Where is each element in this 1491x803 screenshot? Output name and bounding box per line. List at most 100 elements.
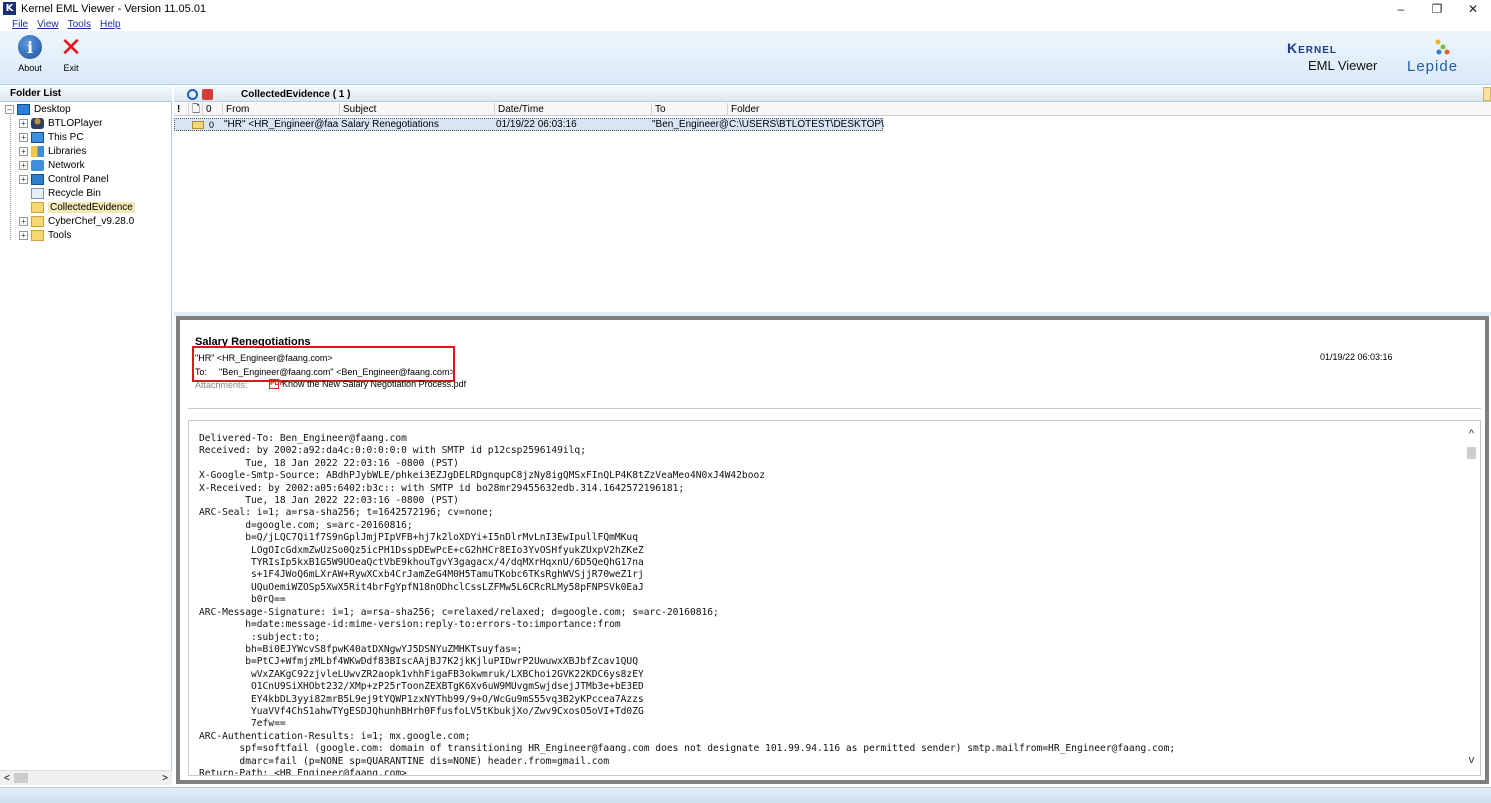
expand-toggle[interactable]: + [19,161,28,170]
menu-help[interactable]: Help [100,19,121,30]
tree-item-collectedevidence[interactable]: CollectedEvidence [31,201,135,214]
tree-item-label: CyberChef_v9.28.0 [48,216,135,227]
status-bar [0,787,1491,803]
tree-item-this-pc[interactable]: + This PC [19,131,84,144]
row-subject: Salary Renegotiations [341,119,439,130]
restore-button[interactable]: ❐ [1419,0,1455,17]
preview-date: 01/19/22 06:03:16 [1320,352,1393,362]
expand-toggle[interactable]: + [19,119,28,128]
pane-corner [1483,87,1491,101]
tree-item-btloplayer[interactable]: + BTLOPlayer [19,117,102,130]
tree-item-label: Libraries [48,146,87,157]
col-to[interactable]: To [651,103,727,116]
close-x-icon: ✕ [60,32,82,62]
scroll-down-arrow[interactable]: v [1466,755,1477,766]
menu-tools[interactable]: Tools [68,19,91,30]
tree-item-label: Tools [48,230,72,241]
brand-lepide: Lepide [1407,58,1459,75]
minimize-button[interactable]: – [1383,0,1419,17]
col-type[interactable]: 🗋 [188,103,202,116]
stop-icon[interactable] [202,88,213,100]
attachment-clip-icon: 0 [209,120,215,130]
row-folder: C:\USERS\BTLOTEST\DESKTOP\C... [729,119,884,130]
lepide-logo-icon [1435,39,1450,55]
row-from: "HR" <HR_Engineer@faan... [224,119,339,130]
attachments-label: Attachments: [195,380,248,390]
toolbar: i About ✕ Exit Kernel EML Viewer Lepide [0,31,1491,85]
about-button[interactable]: i About [10,35,50,79]
tree-item-recycle-bin[interactable]: Recycle Bin [31,187,101,200]
tree-item-cyberchef[interactable]: + CyberChef_v9.28.0 [19,215,134,228]
recycle-bin-icon [31,188,44,199]
pdf-icon: PDF [269,379,284,389]
folder-icon [31,202,44,213]
info-icon: i [18,35,42,59]
about-label: About [18,63,42,73]
folder-tree: – Desktop + BTLOPlayer + This PC + Libra… [0,102,172,770]
exit-button[interactable]: ✕ Exit [51,32,91,79]
refresh-icon[interactable] [187,88,198,100]
expand-toggle[interactable]: + [19,231,28,240]
row-to: "Ben_Engineer@... [652,119,728,130]
scroll-right-arrow[interactable]: > [162,773,168,784]
email-list-title: CollectedEvidence ( 1 ) [241,88,351,100]
col-subject[interactable]: Subject [339,103,494,116]
brand-product: EML Viewer [1308,58,1378,73]
title-bar: K Kernel EML Viewer - Version 11.05.01 –… [0,0,1491,17]
message-headers-text: Delivered-To: Ben_Engineer@faang.com Rec… [199,433,1176,776]
tree-item-tools[interactable]: + Tools [19,229,71,242]
tree-item-label: Network [48,160,85,171]
menu-view[interactable]: View [37,19,59,30]
headers-vertical-scrollbar[interactable]: ^ v [1463,421,1480,775]
exit-label: Exit [63,63,79,73]
tree-item-control-panel[interactable]: + Control Panel [19,173,109,186]
scroll-up-arrow[interactable]: ^ [1466,429,1477,440]
tree-item-label: BTLOPlayer [48,118,103,129]
tree-item-label: This PC [48,132,84,143]
tree-item-label: Recycle Bin [48,188,101,199]
menu-file[interactable]: File [12,19,28,30]
tree-item-libraries[interactable]: + Libraries [19,145,86,158]
scroll-left-arrow[interactable]: < [4,773,10,784]
preview-pane-frame: Salary Renegotiations "HR" <HR_Engineer@… [176,316,1489,784]
email-list-body [174,116,1491,312]
scroll-thumb[interactable] [1467,447,1476,459]
col-folder[interactable]: Folder [727,103,887,116]
window-title: Kernel EML Viewer - Version 11.05.01 [21,2,207,15]
message-headers-box[interactable]: Delivered-To: Ben_Engineer@faang.com Rec… [188,420,1481,776]
row-datetime: 01/19/22 06:03:16 [496,119,577,130]
col-datetime[interactable]: Date/Time [494,103,651,116]
column-header-row: ! 🗋 0 From Subject Date/Time To Folder [174,103,1491,116]
expand-toggle[interactable]: + [19,217,28,226]
expand-toggle[interactable]: + [19,147,28,156]
scroll-thumb[interactable] [13,773,28,783]
tree-item-label: Control Panel [48,174,109,185]
app-icon: K [3,2,16,15]
expand-toggle[interactable]: + [19,175,28,184]
divider [188,408,1481,409]
network-icon [31,160,44,171]
computer-icon [31,132,44,143]
table-row[interactable]: 0 "HR" <HR_Engineer@faan... Salary Reneg… [174,118,884,131]
tree-item-desktop[interactable]: – Desktop [5,103,71,116]
libraries-icon [31,146,44,157]
preview-pane: Salary Renegotiations "HR" <HR_Engineer@… [180,320,1485,780]
collapse-toggle[interactable]: – [5,105,14,114]
tree-item-network[interactable]: + Network [19,159,85,172]
col-from[interactable]: From [222,103,339,116]
col-attachment[interactable]: 0 [202,103,222,116]
brand-kernel: Kernel [1287,40,1338,56]
folder-horizontal-scrollbar[interactable]: < > [0,770,172,785]
col-importance[interactable]: ! [174,103,188,116]
tree-guide-line [10,112,11,240]
attachment-link[interactable]: Know the New Salary Negotiation Process.… [282,379,466,389]
tree-item-label: Desktop [34,104,71,115]
envelope-icon [192,121,204,129]
email-list-header: CollectedEvidence ( 1 ) [174,87,1491,102]
close-button[interactable]: ✕ [1455,0,1491,17]
window-controls: – ❐ ✕ [1383,0,1491,17]
tree-item-label: CollectedEvidence [48,202,135,213]
expand-toggle[interactable]: + [19,133,28,142]
control-panel-icon [31,174,44,185]
menu-bar: File View Tools Help [0,17,1491,31]
